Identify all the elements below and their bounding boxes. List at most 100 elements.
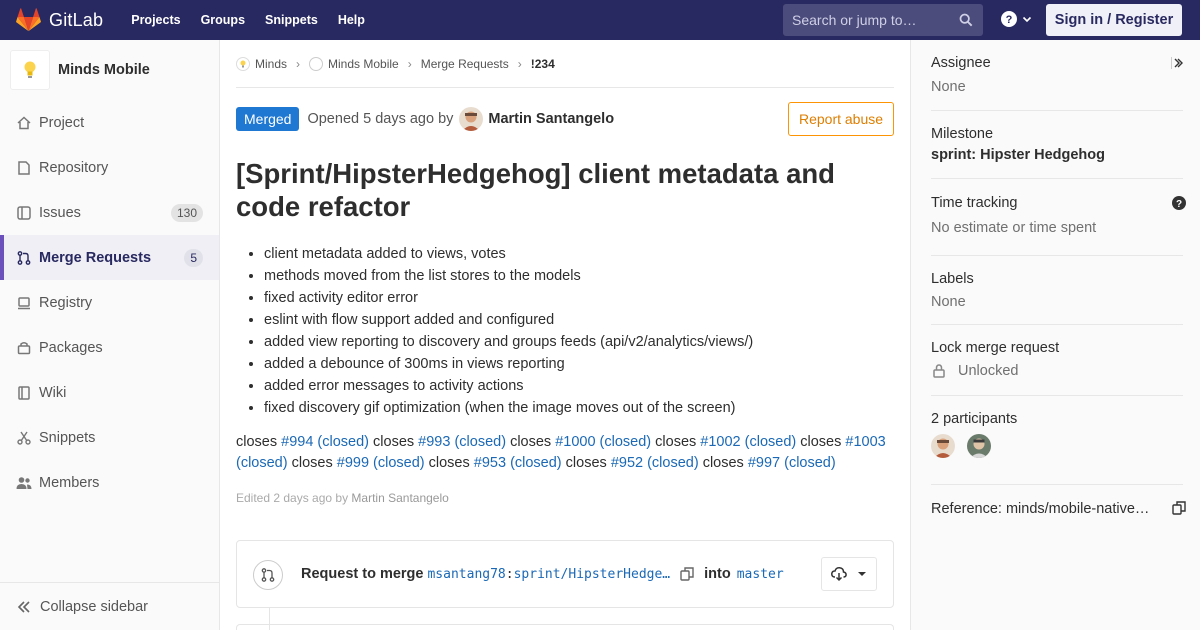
nav-snippets[interactable]: Snippets (265, 13, 318, 27)
copy-branch-icon[interactable] (680, 567, 694, 581)
closes-word: closes (655, 434, 697, 450)
merge-request-icon (16, 250, 32, 266)
closes-word: closes (373, 434, 415, 450)
merge-requests-count-badge: 5 (184, 248, 203, 267)
sidebar-item-repository[interactable]: Repository (0, 145, 219, 190)
search-input[interactable]: Search or jump to… (783, 4, 983, 36)
author-avatar-icon (459, 107, 484, 131)
time-tracking-label: Time tracking (931, 195, 1018, 211)
nav-groups[interactable]: Groups (201, 13, 245, 27)
project-sidebar: Minds Mobile Project Repository Issues 1… (0, 40, 220, 630)
help-dropdown[interactable]: ? (1001, 11, 1032, 27)
top-navbar: GitLab Projects Groups Snippets Help Sea… (0, 0, 1200, 40)
source-branch-link[interactable]: sprint/HipsterHedge… (514, 567, 671, 582)
package-icon (16, 340, 32, 356)
source-user-link[interactable]: msantang78 (427, 567, 505, 582)
closes-word: closes (510, 434, 552, 450)
edited-by-link[interactable]: Martin Santangelo (351, 491, 448, 505)
nav-help[interactable]: Help (338, 13, 365, 27)
sidebar-item-packages[interactable]: Packages (0, 325, 219, 370)
sidebar-item-label: Wiki (39, 384, 67, 401)
issue-link[interactable]: #997 (closed) (748, 455, 836, 471)
sidebar-item-label: Packages (39, 339, 103, 356)
sidebar-item-registry[interactable]: Registry (0, 280, 219, 325)
lock-status: Unlocked (931, 363, 1183, 379)
closes-issues-paragraph: closes #994 (closed) closes #993 (closed… (236, 432, 886, 474)
breadcrumb-chevron-icon: › (296, 56, 301, 71)
download-dropdown-button[interactable] (821, 557, 877, 591)
edited-note: Edited 2 days ago by Martin Santangelo (236, 491, 449, 505)
milestone-value[interactable]: sprint: Hipster Hedgehog (931, 147, 1183, 163)
closes-word: closes (291, 455, 333, 471)
breadcrumb-merge-requests[interactable]: Merge Requests (421, 57, 509, 71)
question-circle-icon[interactable]: ? (1172, 196, 1186, 210)
breadcrumb-chevron-icon: › (407, 56, 412, 71)
reference-text: Reference: minds/mobile-native… (931, 501, 1150, 517)
issue-link[interactable]: #1000 (closed) (555, 434, 651, 450)
issuable-sidebar: Assignee None Milestone sprint: Hipster … (910, 40, 1200, 630)
participants-list (931, 434, 1183, 458)
svg-text:?: ? (1006, 14, 1013, 26)
lock-label: Lock merge request (931, 340, 1060, 356)
gitlab-logo[interactable]: GitLab (16, 0, 103, 40)
sidebar-project-header[interactable]: Minds Mobile (0, 40, 219, 100)
participants-label: 2 participants (931, 411, 1018, 427)
copy-reference-icon[interactable] (1172, 501, 1186, 515)
divider (931, 255, 1183, 256)
breadcrumb-current-mr[interactable]: !234 (531, 57, 555, 71)
avatar[interactable] (459, 107, 484, 131)
target-branch-link[interactable]: master (737, 567, 784, 582)
sidebar-item-label: Repository (39, 159, 109, 176)
sidebar-item-label: Registry (39, 294, 93, 311)
issue-link[interactable]: #1002 (closed) (700, 434, 796, 450)
milestone-label: Milestone (931, 126, 994, 142)
sidebar-item-merge-requests[interactable]: Merge Requests 5 (0, 235, 219, 280)
sidebar-item-project[interactable]: Project (0, 100, 219, 145)
report-abuse-button[interactable]: Report abuse (788, 102, 894, 136)
mr-description-list: client metadata added to views, votes me… (264, 243, 884, 419)
group-avatar-icon (236, 56, 250, 71)
sidebar-item-snippets[interactable]: Snippets (0, 415, 219, 460)
issues-icon (16, 205, 32, 221)
svg-text:?: ? (1176, 199, 1182, 210)
list-item: client metadata added to views, votes (264, 243, 884, 265)
list-item: methods moved from the list stores to th… (264, 265, 884, 287)
edited-prefix: Edited 2 days ago by (236, 491, 349, 505)
time-tracking-value: No estimate or time spent (931, 220, 1097, 236)
divider (931, 484, 1183, 485)
sidebar-item-members[interactable]: Members (0, 460, 219, 505)
collapse-sidebar-button[interactable]: Collapse sidebar (0, 582, 219, 630)
container-icon (16, 295, 32, 311)
breadcrumb-minds-mobile[interactable]: Minds Mobile (328, 57, 399, 71)
breadcrumb-minds[interactable]: Minds (255, 57, 287, 71)
author-name[interactable]: Martin Santangelo (488, 111, 614, 127)
reference-section: Reference: minds/mobile-native… (931, 501, 1186, 517)
issue-link[interactable]: #953 (closed) (474, 455, 562, 471)
sidebar-item-label: Project (39, 114, 85, 131)
mr-header: Merged Opened 5 days ago by Martin Santa… (236, 102, 894, 136)
request-to-merge-line: Request to merge msantang78: sprint/Hipst… (301, 566, 784, 582)
issue-link[interactable]: #994 (closed) (281, 434, 369, 450)
main-content: Minds › Minds Mobile › Merge Requests › … (220, 40, 910, 630)
scissors-icon (16, 430, 32, 446)
project-name: Minds Mobile (58, 62, 150, 78)
sign-in-register-button[interactable]: Sign in / Register (1046, 4, 1182, 36)
status-badge: Merged (236, 107, 300, 131)
divider (931, 324, 1183, 325)
participants-section: 2 participants (931, 411, 1183, 458)
avatar[interactable] (967, 434, 991, 458)
avatar[interactable] (931, 434, 955, 458)
nav-projects[interactable]: Projects (131, 13, 180, 27)
labels-section: Labels None (931, 271, 1183, 310)
issue-link[interactable]: #993 (closed) (418, 434, 506, 450)
lock-value: Unlocked (958, 363, 1019, 379)
sidebar-item-label: Snippets (39, 429, 96, 446)
labels-label: Labels (931, 271, 974, 287)
assignee-section: Assignee None (931, 55, 1183, 95)
users-icon (16, 475, 32, 491)
issue-link[interactable]: #952 (closed) (611, 455, 699, 471)
sidebar-item-issues[interactable]: Issues 130 (0, 190, 219, 235)
issue-link[interactable]: #999 (closed) (337, 455, 425, 471)
request-to-merge-label: Request to merge (301, 566, 424, 582)
sidebar-item-wiki[interactable]: Wiki (0, 370, 219, 415)
